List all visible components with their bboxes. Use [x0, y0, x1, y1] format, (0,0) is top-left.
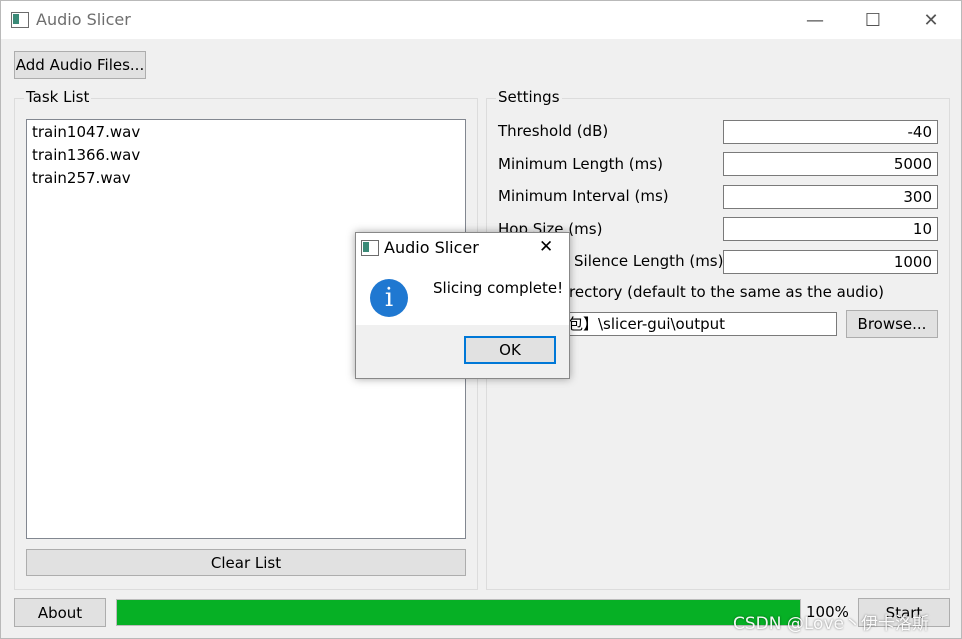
progress-fill: [117, 600, 800, 625]
min-interval-input[interactable]: 300: [723, 185, 938, 209]
clear-list-button[interactable]: Clear List: [26, 549, 466, 576]
dialog-message: Slicing complete!: [433, 279, 564, 297]
progress-bar: [116, 599, 801, 626]
silence-length-input[interactable]: 1000: [723, 250, 938, 274]
threshold-input[interactable]: -40: [723, 120, 938, 144]
minimize-button[interactable]: —: [786, 1, 844, 39]
min-length-label: Minimum Length (ms): [498, 155, 663, 173]
browse-button[interactable]: Browse...: [846, 310, 938, 338]
ok-button[interactable]: OK: [464, 336, 556, 364]
add-audio-files-button[interactable]: Add Audio Files...: [14, 51, 146, 79]
maximize-button[interactable]: ☐: [844, 1, 902, 39]
list-item[interactable]: train257.wav: [32, 169, 131, 187]
silence-length-label: Silence Length (ms): [574, 252, 724, 270]
app-icon: [11, 12, 29, 28]
about-button[interactable]: About: [14, 598, 106, 627]
task-list-title: Task List: [24, 88, 92, 106]
title-bar: Audio Slicer — ☐ ✕: [1, 1, 961, 39]
dialog-title: Audio Slicer: [384, 238, 479, 257]
close-button[interactable]: ✕: [902, 1, 960, 39]
info-icon: i: [370, 279, 408, 317]
list-item[interactable]: train1047.wav: [32, 123, 140, 141]
min-interval-label: Minimum Interval (ms): [498, 187, 669, 205]
settings-title: Settings: [496, 88, 562, 106]
watermark: CSDN @Love丶伊卡洛斯: [733, 614, 929, 634]
list-item[interactable]: train1366.wav: [32, 146, 140, 164]
window-title: Audio Slicer: [36, 10, 131, 29]
slicing-complete-dialog: Audio Slicer ✕ i Slicing complete! OK: [355, 232, 570, 379]
min-length-input[interactable]: 5000: [723, 152, 938, 176]
output-directory-label: rectory (default to the same as the audi…: [569, 283, 884, 301]
output-directory-input[interactable]: 包】\slicer-gui\output: [561, 312, 837, 336]
dialog-close-button[interactable]: ✕: [539, 237, 553, 257]
hop-size-input[interactable]: 10: [723, 217, 938, 241]
dialog-app-icon: [361, 240, 379, 256]
threshold-label: Threshold (dB): [498, 122, 609, 140]
